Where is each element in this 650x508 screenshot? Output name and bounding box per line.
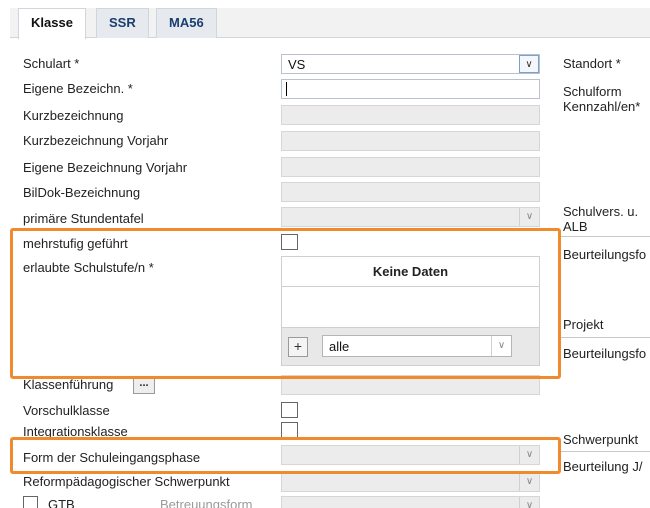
schulart-label: Schulart * xyxy=(23,56,80,71)
beurteilung-ja-label: Beurteilung J/ xyxy=(563,459,643,474)
tab-bar: Klasse SSR MA56 xyxy=(10,8,650,39)
kennzahl-label: Kennzahl/en* xyxy=(563,99,641,114)
kurzbezeichnung-label: Kurzbezeichnung xyxy=(23,108,124,123)
bildok-field xyxy=(281,182,540,202)
schwerpunkt-label: Schwerpunkt xyxy=(563,432,639,447)
tab-klasse[interactable]: Klasse xyxy=(18,8,86,39)
schulart-select[interactable]: VS ∨ xyxy=(281,54,540,74)
text-cursor xyxy=(286,82,287,96)
kurzbezeichnung-vorjahr-label: Kurzbezeichnung Vorjahr xyxy=(23,133,169,148)
beurteilungsform-label: Beurteilungsfo xyxy=(563,247,647,262)
alb-label: ALB xyxy=(563,219,588,234)
beurteilungsform-label-2: Beurteilungsfo xyxy=(563,346,647,361)
schulform-label: Schulform xyxy=(563,84,622,99)
eigene-bezeichnung-label: Eigene Bezeichn. * xyxy=(23,81,133,96)
divider xyxy=(560,451,650,452)
stundentafel-select: ∨ xyxy=(281,207,540,227)
bildok-label: BilDok-Bezeichnung xyxy=(23,185,141,200)
reformpaedagogik-label: Reformpädagogischer Schwerpunkt xyxy=(23,474,230,489)
projekt-label: Projekt xyxy=(563,317,604,332)
stundentafel-label: primäre Stundentafel xyxy=(23,211,144,226)
gtb-checkbox[interactable] xyxy=(23,496,38,508)
tab-ma56[interactable]: MA56 xyxy=(156,8,217,38)
schulversuch-label: Schulvers. u. xyxy=(563,204,639,219)
eigene-bezeichnung-vorjahr-field xyxy=(281,157,540,177)
chevron-down-icon: ∨ xyxy=(519,497,539,508)
highlight-box-schulstufe xyxy=(10,228,561,379)
highlight-box-schuleingangsphase xyxy=(10,437,561,474)
eigene-bezeichnung-input[interactable] xyxy=(281,79,540,99)
divider xyxy=(560,337,650,338)
vorschulklasse-label: Vorschulklasse xyxy=(23,403,110,418)
chevron-down-icon: ∨ xyxy=(519,473,539,491)
standort-label: Standort * xyxy=(563,56,621,71)
vorschulklasse-checkbox[interactable] xyxy=(281,402,298,418)
chevron-down-icon: ∨ xyxy=(519,208,539,226)
klassenfuehrung-label: Klassenführung xyxy=(23,377,114,392)
betreuungsform-label: Betreuungsform xyxy=(160,497,253,508)
chevron-down-icon[interactable]: ∨ xyxy=(519,55,539,73)
integrationsklasse-checkbox[interactable] xyxy=(281,422,298,438)
betreuungsform-select: ∨ xyxy=(281,496,540,508)
tab-ssr[interactable]: SSR xyxy=(96,8,149,38)
gtb-label: GTB xyxy=(48,497,75,508)
divider xyxy=(560,236,650,237)
schulart-value: VS xyxy=(288,57,306,72)
reformpaedagogik-select: ∨ xyxy=(281,472,540,492)
eigene-bezeichnung-vorjahr-label: Eigene Bezeichnung Vorjahr xyxy=(23,160,188,175)
kurzbezeichnung-field xyxy=(281,105,540,125)
kurzbezeichnung-vorjahr-field xyxy=(281,131,540,151)
